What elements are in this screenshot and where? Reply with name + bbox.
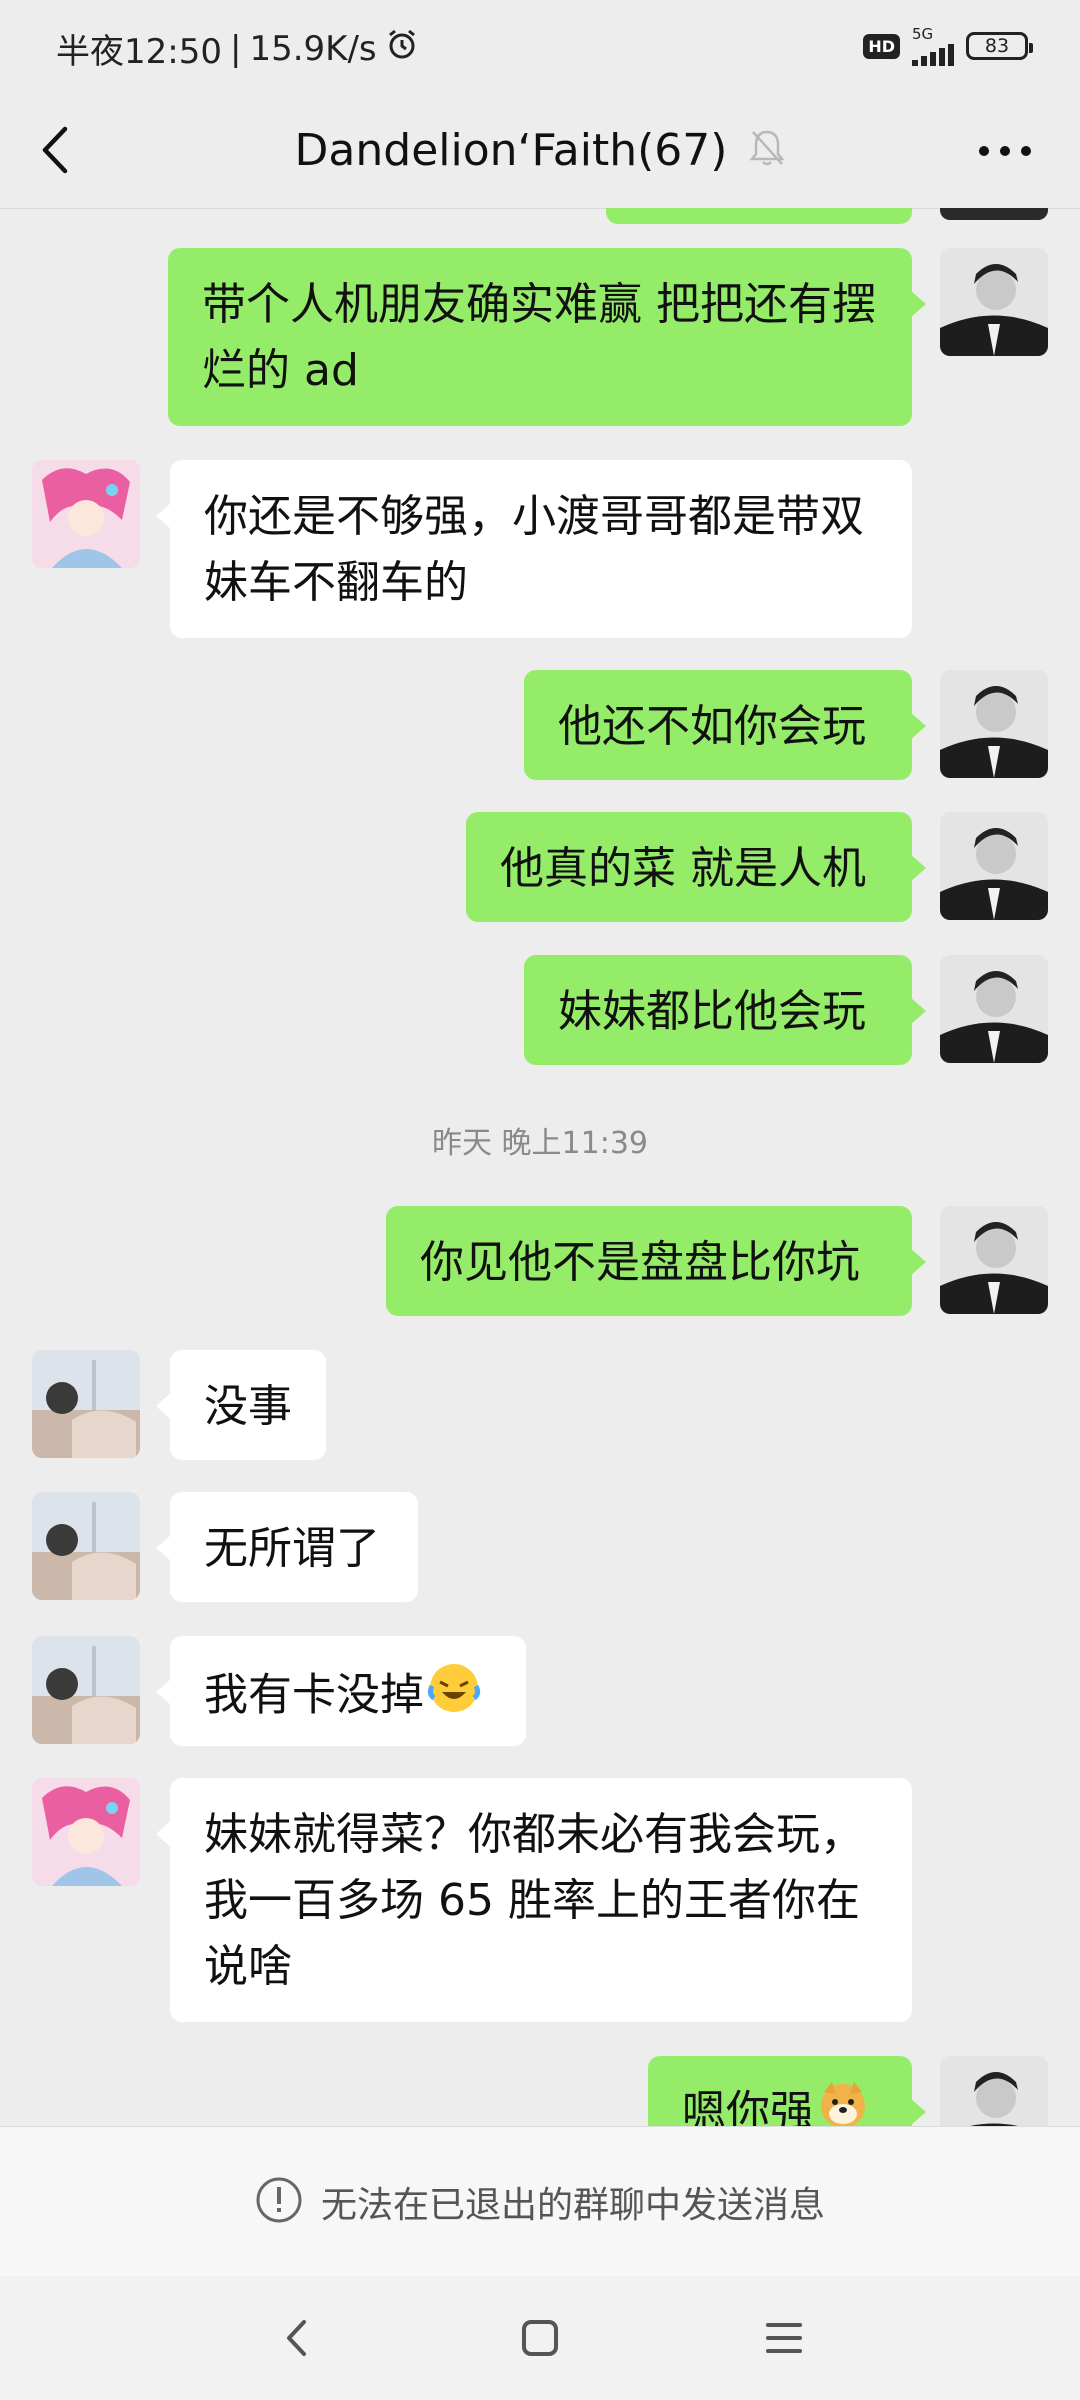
notice-text: 无法在已退出的群聊中发送消息: [320, 2185, 825, 2226]
chat-timestamp: 昨天 晚上11:39: [432, 1126, 648, 1161]
avatar-me-partial[interactable]: [940, 208, 1048, 220]
alarm-icon: [385, 27, 419, 70]
message-bubble[interactable]: 他还不如你会玩: [524, 670, 926, 780]
doge-emoji-icon: [816, 2078, 870, 2126]
hd-badge: HD: [863, 33, 900, 59]
status-right: HD 5G 83: [863, 26, 1033, 66]
message-bubble[interactable]: 带个人机朋友确实难赢 把把还有摆烂的 ad: [168, 248, 926, 426]
title-wrap: Dandelion‘Faith(67): [0, 92, 1080, 208]
message-text: 我有卡没掉: [204, 1669, 424, 1721]
nav-home-icon: [522, 2320, 558, 2356]
chat-header: Dandelion‘Faith(67): [0, 92, 1080, 209]
avatar-other[interactable]: [32, 1492, 140, 1600]
message-bubble[interactable]: 嗯你强: [648, 2056, 926, 2127]
nav-home-button[interactable]: [500, 2306, 580, 2370]
mute-bell-icon: [749, 128, 786, 172]
nav-menu-button[interactable]: [744, 2306, 824, 2370]
more-button[interactable]: [970, 126, 1040, 176]
message-bubble[interactable]: 他真的菜 就是人机: [466, 812, 926, 922]
status-left: 半夜12:50 | 15.9K/s: [56, 24, 419, 73]
message-bubble[interactable]: 妹妹就得菜？你都未必有我会玩，我一百多场 65 胜率上的王者你在说啥: [156, 1778, 912, 2022]
status-time: 半夜12:50: [56, 32, 222, 72]
nav-back-button[interactable]: [256, 2306, 336, 2370]
status-separator: |: [229, 28, 242, 69]
notice-bar: 无法在已退出的群聊中发送消息: [0, 2126, 1080, 2277]
avatar-me[interactable]: [940, 248, 1048, 356]
message-bubble[interactable]: 你还是不够强，小渡哥哥都是带双妹车不翻车的: [156, 460, 912, 638]
avatar-her[interactable]: [32, 460, 140, 568]
avatar-me[interactable]: [940, 2056, 1048, 2126]
avatar-me[interactable]: [940, 1206, 1048, 1314]
message-bubble[interactable]: 我有卡没掉: [156, 1636, 526, 1746]
avatar-other[interactable]: [32, 1636, 140, 1744]
avatar-me[interactable]: [940, 812, 1048, 920]
battery-level: 83: [984, 35, 1010, 57]
avatar-me[interactable]: [940, 670, 1048, 778]
message-bubble[interactable]: 没事: [156, 1350, 326, 1460]
more-dots-icon: [979, 146, 1031, 156]
message-bubble[interactable]: 无所谓了: [156, 1492, 418, 1602]
message-bubble[interactable]: 妹妹都比他会玩: [524, 955, 926, 1065]
chat-area[interactable]: 带个人机朋友确实难赢 把把还有摆烂的 ad 你还是不够强，小渡哥哥都是带双妹车不…: [0, 208, 1080, 2126]
nav-menu-icon: [766, 2323, 802, 2353]
message-bubble[interactable]: 你见他不是盘盘比你坑: [386, 1206, 926, 1316]
signal-icon: [912, 42, 954, 66]
message-bubble-partial[interactable]: [606, 208, 912, 224]
avatar-me[interactable]: [940, 955, 1048, 1063]
info-icon: [255, 2176, 303, 2228]
status-speed: 15.9K/s: [249, 28, 377, 69]
system-nav-bar: [0, 2276, 1080, 2400]
laugh-cry-emoji-icon: [426, 1660, 482, 1735]
message-text: 嗯你强: [682, 2086, 814, 2127]
battery-icon: 83: [966, 32, 1033, 60]
avatar-her[interactable]: [32, 1778, 140, 1886]
network-label: 5G: [912, 25, 934, 43]
nav-back-icon: [287, 2320, 306, 2356]
chat-title[interactable]: Dandelion‘Faith(67): [295, 125, 728, 176]
status-bar: 半夜12:50 | 15.9K/s HD 5G 83: [0, 0, 1080, 92]
network-indicator: 5G: [912, 26, 954, 66]
avatar-other[interactable]: [32, 1350, 140, 1458]
